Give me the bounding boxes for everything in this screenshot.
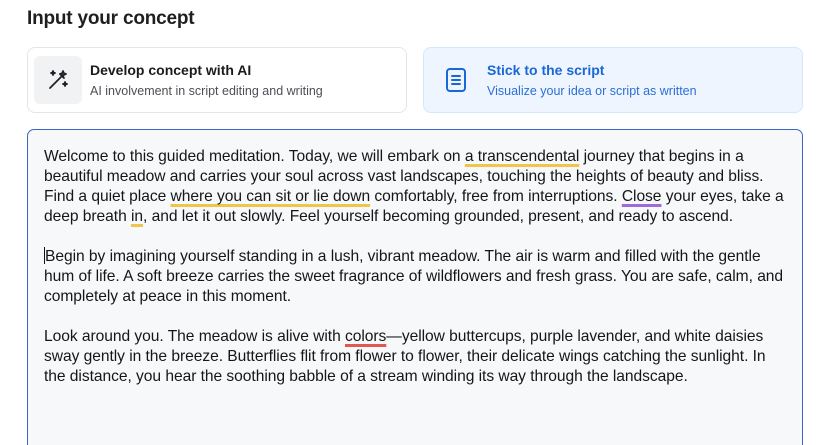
text-segment: Welcome to this guided meditation. Today…: [44, 148, 465, 165]
style-suggestion[interactable]: Close: [622, 188, 662, 205]
grammar-suggestion[interactable]: where you can sit or lie down: [170, 188, 370, 205]
spelling-suggestion[interactable]: colors: [345, 328, 386, 345]
grammar-suggestion[interactable]: in: [131, 208, 143, 225]
option-title: Stick to the script: [487, 62, 605, 78]
script-paragraph: Look around you. The meadow is alive wit…: [44, 327, 786, 387]
text-segment: comfortably, free from interruptions.: [370, 188, 622, 205]
script-paragraph: Welcome to this guided meditation. Today…: [44, 147, 786, 227]
develop-concept-option[interactable]: Develop concept with AI AI involvement i…: [27, 47, 407, 113]
grammar-suggestion[interactable]: a transcendental: [465, 148, 580, 165]
document-icon: [432, 56, 480, 104]
page-title: Input your concept: [27, 8, 195, 29]
text-segment: Begin by imagining yourself standing in …: [44, 248, 784, 305]
option-title: Develop concept with AI: [90, 62, 252, 78]
magic-wand-icon: [34, 56, 82, 104]
option-subtitle: AI involvement in script editing and wri…: [90, 84, 323, 98]
text-segment: Look around you. The meadow is alive wit…: [44, 328, 345, 345]
script-paragraph: Begin by imagining yourself standing in …: [44, 247, 786, 307]
script-editor[interactable]: Welcome to this guided meditation. Today…: [27, 129, 803, 445]
option-subtitle: Visualize your idea or script as written: [487, 84, 697, 98]
text-segment: , and let it out slowly. Feel yourself b…: [143, 208, 734, 225]
stick-to-script-option[interactable]: Stick to the script Visualize your idea …: [423, 47, 803, 113]
